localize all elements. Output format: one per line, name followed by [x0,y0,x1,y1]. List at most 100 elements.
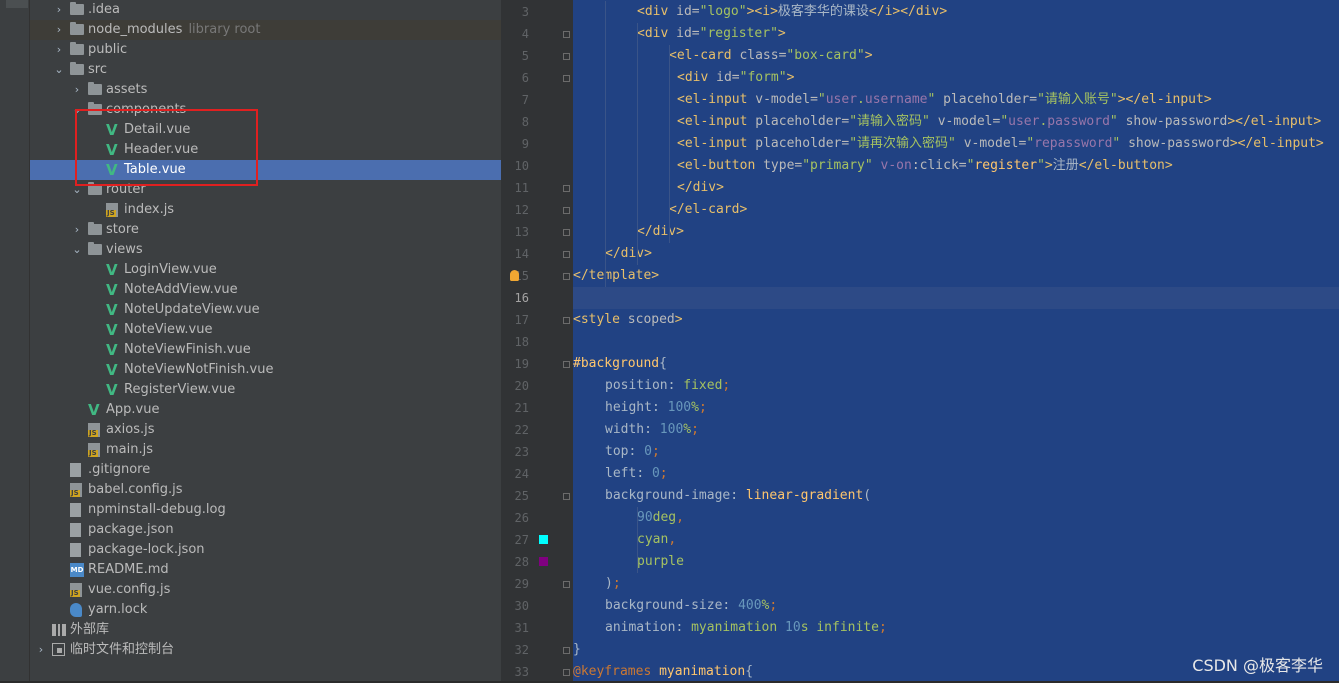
tree-item[interactable]: .gitignore [30,460,501,480]
fold-marker-icon[interactable] [563,185,570,192]
intention-bulb-icon[interactable] [510,270,519,281]
code-line[interactable]: <el-input v-model="user.username" placeh… [573,89,1339,111]
code-line[interactable]: 90deg, [573,507,1339,529]
tree-item[interactable]: V NoteViewFinish.vue [30,340,501,360]
code-line[interactable] [573,331,1339,353]
tree-item[interactable]: package.json [30,520,501,540]
line-number[interactable]: 7 [501,89,529,111]
tree-item[interactable]: V LoginView.vue [30,260,501,280]
color-preview-icon[interactable] [539,557,548,566]
fold-marker-icon[interactable] [563,647,570,654]
chevron-right-icon[interactable]: › [52,40,66,60]
tree-item[interactable]: MD README.md [30,560,501,580]
line-number[interactable]: 24 [501,463,529,485]
code-line[interactable]: </div> [573,221,1339,243]
line-number[interactable]: 10 [501,155,529,177]
line-number[interactable]: 28 [501,551,529,573]
fold-marker-icon[interactable] [563,251,570,258]
line-number[interactable]: 18 [501,331,529,353]
fold-marker-icon[interactable] [563,53,570,60]
fold-marker-icon[interactable] [563,207,570,214]
line-number[interactable]: 21 [501,397,529,419]
code-line[interactable] [573,287,1339,309]
tree-item[interactable]: npminstall-debug.log [30,500,501,520]
code-line[interactable]: cyan, [573,529,1339,551]
fold-marker-icon[interactable] [563,229,570,236]
tree-item[interactable]: › .idea [30,0,501,20]
tree-item[interactable]: ⌄ src [30,60,501,80]
code-line[interactable]: </div> [573,243,1339,265]
code-line[interactable]: width: 100%; [573,419,1339,441]
fold-marker-icon[interactable] [563,669,570,676]
line-number[interactable]: 4 [501,23,529,45]
line-number[interactable]: 5 [501,45,529,67]
line-number[interactable]: 23 [501,441,529,463]
code-line[interactable]: <style scoped> [573,309,1339,331]
tree-item[interactable]: › public [30,40,501,60]
color-preview-icon[interactable] [539,535,548,544]
code-line[interactable]: <div id="form"> [573,67,1339,89]
code-line[interactable]: <el-card class="box-card"> [573,45,1339,67]
fold-marker-icon[interactable] [563,493,570,500]
line-number[interactable]: 27 [501,529,529,551]
tree-item[interactable]: 外部库 [30,620,501,640]
line-number[interactable]: 30 [501,595,529,617]
code-line[interactable]: height: 100%; [573,397,1339,419]
tree-item[interactable]: V RegisterView.vue [30,380,501,400]
tree-item[interactable]: V App.vue [30,400,501,420]
code-line[interactable]: ); [573,573,1339,595]
line-number[interactable]: 26 [501,507,529,529]
code-line[interactable]: top: 0; [573,441,1339,463]
tree-item[interactable]: › 临时文件和控制台 [30,640,501,660]
tree-item[interactable]: V NoteView.vue [30,320,501,340]
tree-item[interactable]: axios.js [30,420,501,440]
line-number[interactable]: 13 [501,221,529,243]
chevron-down-icon[interactable]: ⌄ [52,60,66,80]
line-number[interactable]: 16 [501,287,529,309]
tree-item[interactable]: package-lock.json [30,540,501,560]
code-line[interactable]: background-image: linear-gradient( [573,485,1339,507]
tree-item[interactable]: yarn.lock [30,600,501,620]
line-number[interactable]: 9 [501,133,529,155]
tree-item[interactable]: V NoteAddView.vue [30,280,501,300]
tree-item[interactable]: ⌄ views [30,240,501,260]
line-number[interactable]: 22 [501,419,529,441]
tree-item[interactable]: › node_modules library root [30,20,501,40]
chevron-down-icon[interactable]: ⌄ [70,240,84,260]
code-editor[interactable]: 3 4 5 6 7 8 9 10 11 12 13 14 15 16 17 18 19 20 21 22 23 24 25 2… [501,0,1339,681]
tree-item[interactable]: vue.config.js [30,580,501,600]
line-number[interactable]: 20 [501,375,529,397]
tree-item[interactable]: V NoteUpdateView.vue [30,300,501,320]
code-line[interactable]: <div id="logo"><i>极客李华的课设</i></div> [573,1,1339,23]
code-area[interactable]: <div id="logo"><i>极客李华的课设</i></div> <div … [573,0,1339,681]
code-line[interactable]: left: 0; [573,463,1339,485]
code-line[interactable]: position: fixed; [573,375,1339,397]
line-number[interactable]: 29 [501,573,529,595]
chevron-right-icon[interactable]: › [70,220,84,240]
tree-item[interactable]: › assets [30,80,501,100]
tool-window-button[interactable] [6,0,28,8]
code-line[interactable]: #background{ [573,353,1339,375]
code-line[interactable]: <el-button type="primary" v-on:click= "re… [573,155,1339,177]
chevron-right-icon[interactable]: › [70,80,84,100]
code-line[interactable]: background-size: 400%; [573,595,1339,617]
line-number[interactable]: 8 [501,111,529,133]
fold-marker-icon[interactable] [563,273,570,280]
tree-item[interactable]: babel.config.js [30,480,501,500]
line-number[interactable]: 17 [501,309,529,331]
chevron-right-icon[interactable]: › [34,640,48,660]
code-line[interactable]: <el-input placeholder="请再次输入密码" v-model=… [573,133,1339,155]
code-line[interactable]: </template> [573,265,1339,287]
chevron-right-icon[interactable]: › [52,20,66,40]
line-number[interactable]: 25 [501,485,529,507]
code-line[interactable]: <el-input placeholder="请输入密码" v-model="u… [573,111,1339,133]
fold-marker-icon[interactable] [563,75,570,82]
line-number[interactable]: 14 [501,243,529,265]
tree-item[interactable]: › store [30,220,501,240]
code-line[interactable]: <div id="register"> [573,23,1339,45]
line-number[interactable]: 11 [501,177,529,199]
code-line[interactable]: purple [573,551,1339,573]
code-line[interactable]: </el-card> [573,199,1339,221]
line-number[interactable]: 33 [501,661,529,683]
editor-gutter[interactable]: 3 4 5 6 7 8 9 10 11 12 13 14 15 16 17 18 19 20 21 22 23 24 25 2… [501,0,573,681]
